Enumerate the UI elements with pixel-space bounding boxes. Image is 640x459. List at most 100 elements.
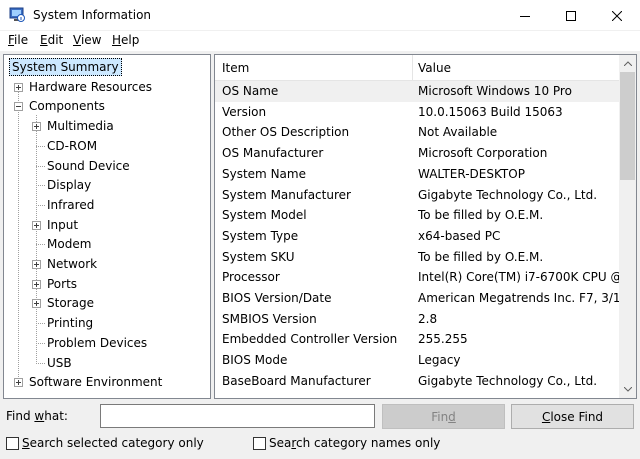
- close-find-button[interactable]: Close Find: [511, 404, 634, 429]
- table-row[interactable]: OS Manufacturer Microsoft Corporation: [215, 143, 619, 164]
- find-button[interactable]: Find: [382, 404, 505, 429]
- menu-edit-label: dit: [47, 33, 64, 47]
- tree-guide-line: [36, 185, 45, 187]
- tree-item[interactable]: Storage: [4, 293, 210, 313]
- cell-value: American Megatrends Inc. F7, 3/11: [418, 291, 619, 305]
- tree-item[interactable]: Display: [4, 175, 210, 195]
- cell-value: Intel(R) Core(TM) i7-6700K CPU @: [418, 270, 619, 285]
- cell-item: System SKU: [222, 249, 295, 264]
- expand-icon[interactable]: [14, 378, 23, 388]
- cell-item: Processor: [222, 270, 280, 285]
- cell-value: 255.255: [418, 332, 468, 347]
- table-row[interactable]: Embedded Controller Version 255.255: [215, 329, 619, 350]
- cell-value: Microsoft Windows 10 Pro: [418, 84, 572, 98]
- tree-item[interactable]: Infrared: [4, 195, 210, 215]
- tree-item[interactable]: Printing: [4, 313, 210, 333]
- tree-item[interactable]: Multimedia: [4, 116, 210, 136]
- tree-item-label: Software Environment: [29, 375, 163, 390]
- column-divider[interactable]: [412, 55, 413, 80]
- cell-item: System Type: [222, 228, 299, 243]
- table-row[interactable]: Version 10.0.15063 Build 15063: [215, 102, 619, 123]
- tree-item-label: Printing: [47, 316, 94, 331]
- cell-item: Version: [222, 104, 267, 119]
- table-row[interactable]: Processor Intel(R) Core(TM) i7-6700K CPU …: [215, 267, 619, 288]
- menu-view[interactable]: View: [73, 33, 101, 47]
- checkbox-box[interactable]: [253, 437, 266, 450]
- tree-item[interactable]: Ports: [4, 274, 210, 294]
- tree-item-label: Components: [29, 99, 105, 114]
- cell-value: Gigabyte Technology Co., Ltd.: [418, 187, 598, 202]
- table-row[interactable]: System Type x64-based PC: [215, 226, 619, 247]
- tree-item-label: Storage: [47, 296, 94, 311]
- menu-file-label: ile: [14, 33, 29, 47]
- tree-item-label: CD-ROM: [47, 138, 98, 153]
- table-row[interactable]: System Manufacturer Gigabyte Technology C…: [215, 185, 619, 206]
- table-row[interactable]: System SKU To be filled by O.E.M.: [215, 247, 619, 268]
- tree-item-label: Ports: [47, 276, 78, 291]
- maximize-button[interactable]: [548, 0, 594, 31]
- tree-item[interactable]: System Summary: [4, 57, 210, 77]
- details-list[interactable]: Item Value OS Name Microsoft Windows 10 P…: [214, 54, 637, 399]
- tree-item[interactable]: Modem: [4, 234, 210, 254]
- tree-guide-line: [36, 323, 45, 325]
- menu-file[interactable]: File: [8, 33, 28, 47]
- checkbox-label-post: earch selected category only: [29, 436, 204, 450]
- tree-item[interactable]: Network: [4, 254, 210, 274]
- expand-icon[interactable]: [32, 220, 41, 230]
- column-header-item[interactable]: Item: [222, 61, 249, 75]
- tree-item[interactable]: CD-ROM: [4, 136, 210, 156]
- table-row[interactable]: BIOS Version/Date American Megatrends Inc…: [215, 288, 619, 309]
- minimize-button[interactable]: [502, 0, 548, 31]
- tree-item[interactable]: Components: [4, 96, 210, 116]
- find-button-label: Find: [431, 409, 456, 424]
- table-row[interactable]: BaseBoard Manufacturer Gigabyte Technolog…: [215, 371, 619, 392]
- close-find-post: lose Find: [550, 409, 604, 424]
- cell-value: Microsoft Corporation: [418, 146, 548, 161]
- close-window-button[interactable]: [594, 0, 640, 31]
- checkbox-box[interactable]: [6, 437, 19, 450]
- close-icon: [612, 10, 622, 21]
- tree-item-label: Problem Devices: [47, 335, 148, 350]
- table-row[interactable]: BIOS Mode Legacy: [215, 350, 619, 371]
- cell-item: BIOS Version/Date: [222, 291, 332, 305]
- tree-item[interactable]: Software Environment: [4, 372, 210, 392]
- cell-value: Legacy: [418, 353, 461, 368]
- scroll-thumb[interactable]: [620, 72, 635, 180]
- cell-item: SMBIOS Version: [222, 311, 317, 326]
- find-what-input[interactable]: [100, 404, 375, 428]
- tree-item[interactable]: Input: [4, 215, 210, 235]
- collapse-icon[interactable]: [14, 102, 23, 112]
- column-header-value[interactable]: Value: [418, 61, 451, 75]
- menu-view-mnemonic: V: [73, 33, 81, 47]
- expand-icon[interactable]: [14, 82, 23, 92]
- table-row[interactable]: System Name WALTER-DESKTOP: [215, 164, 619, 185]
- minimize-icon: [520, 15, 530, 17]
- expand-icon[interactable]: [32, 299, 41, 309]
- table-row[interactable]: SMBIOS Version 2.8: [215, 309, 619, 330]
- tree-item[interactable]: Problem Devices: [4, 333, 210, 353]
- scroll-up-button[interactable]: [619, 55, 636, 72]
- expand-icon[interactable]: [32, 279, 41, 289]
- menu-help[interactable]: Help: [112, 33, 139, 47]
- cell-value: To be filled by O.E.M.: [418, 249, 544, 264]
- tree-item-label: Display: [47, 178, 92, 193]
- menu-edit-mnemonic: E: [40, 33, 48, 47]
- tree-guide-line: [36, 145, 45, 147]
- tree-item-label: Modem: [47, 237, 92, 252]
- tree-item[interactable]: Sound Device: [4, 156, 210, 176]
- tree-guide-line: [36, 362, 45, 364]
- expand-icon[interactable]: [32, 260, 41, 269]
- expand-icon[interactable]: [32, 122, 41, 132]
- scroll-down-button[interactable]: [619, 381, 636, 398]
- tree-item-label: Sound Device: [47, 158, 130, 173]
- tree-item[interactable]: USB: [4, 353, 210, 373]
- menu-edit[interactable]: Edit: [40, 33, 63, 47]
- vertical-scrollbar[interactable]: [619, 55, 636, 398]
- tree-item-label: USB: [47, 355, 72, 370]
- tree-item[interactable]: Hardware Resources: [4, 77, 210, 97]
- table-row[interactable]: System Model To be filled by O.E.M.: [215, 205, 619, 226]
- table-row[interactable]: OS Name Microsoft Windows 10 Pro: [215, 81, 619, 102]
- category-tree[interactable]: System Summary Hardware Resources Componen…: [3, 54, 211, 399]
- table-row[interactable]: Other OS Description Not Available: [215, 122, 619, 143]
- cell-item: BIOS Mode: [222, 353, 288, 368]
